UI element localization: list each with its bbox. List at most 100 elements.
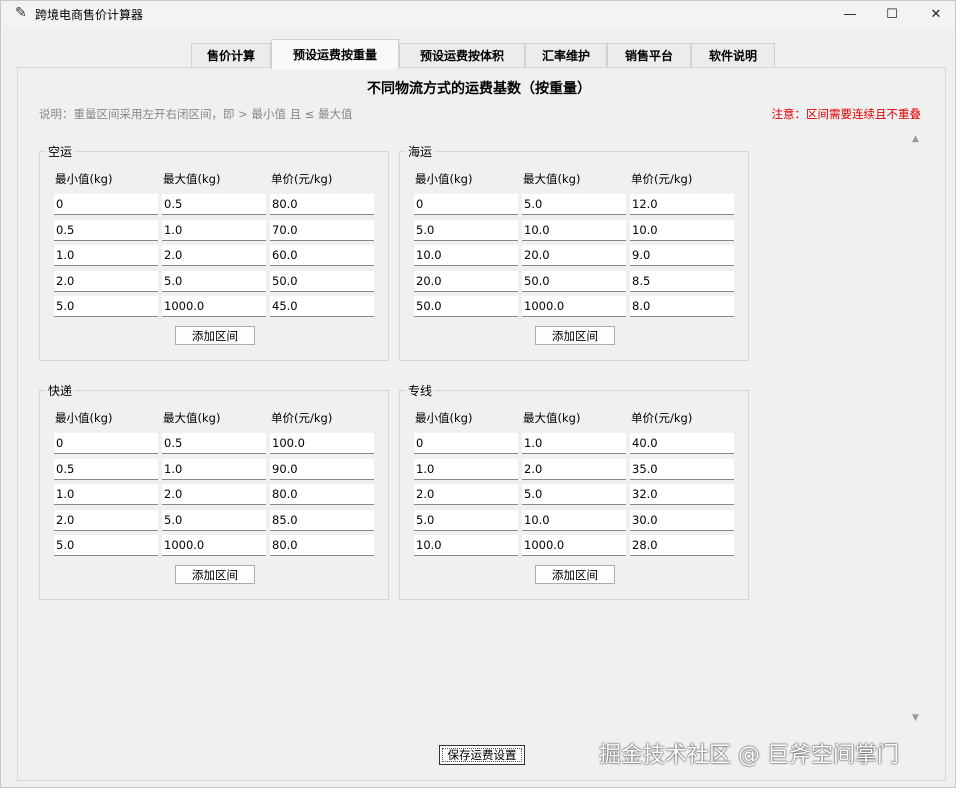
tab-exchange-rate[interactable]: 汇率维护	[525, 43, 607, 67]
min-weight-input[interactable]: 2.0	[54, 270, 158, 292]
tab-sales-platform[interactable]: 销售平台	[607, 43, 691, 67]
column-header: 最大值(kg)	[523, 411, 581, 425]
min-weight-input[interactable]: 2.0	[414, 484, 518, 506]
max-weight-input[interactable]: 0.5	[162, 433, 266, 454]
unit-price-input[interactable]: 40.0	[630, 433, 734, 454]
min-weight-input[interactable]: 2.0	[54, 509, 158, 531]
max-weight-input[interactable]: 2.0	[162, 245, 266, 267]
unit-price-input[interactable]: 100.0	[270, 433, 374, 454]
max-weight-input[interactable]: 1000.0	[522, 535, 626, 557]
unit-price-input[interactable]: 90.0	[270, 458, 374, 480]
column-header: 单价(元/kg)	[631, 172, 693, 186]
min-weight-input[interactable]: 1.0	[54, 245, 158, 267]
group-title: 专线	[406, 382, 435, 399]
add-range-button[interactable]: 添加区间	[535, 565, 615, 584]
max-weight-input[interactable]: 5.0	[522, 194, 626, 215]
max-weight-input[interactable]: 5.0	[162, 270, 266, 292]
min-weight-input[interactable]: 0	[54, 433, 158, 454]
add-range-button[interactable]: 添加区间	[535, 326, 615, 345]
feather-icon: ✎	[15, 5, 27, 21]
unit-price-input[interactable]: 12.0	[630, 194, 734, 215]
unit-price-input[interactable]: 45.0	[270, 296, 374, 318]
max-weight-input[interactable]: 1.0	[522, 433, 626, 454]
maximize-icon: ☐	[886, 6, 898, 22]
unit-price-input[interactable]: 80.0	[270, 484, 374, 506]
column-header: 单价(元/kg)	[271, 172, 333, 186]
group-air: 空运 最小值(kg) 最大值(kg) 单价(元/kg) 0 0.5 80.0 0.5 1.0 70…	[39, 143, 389, 361]
group-title: 海运	[406, 143, 435, 160]
min-weight-input[interactable]: 0	[54, 194, 158, 215]
add-range-button[interactable]: 添加区间	[175, 565, 255, 584]
description-text: 说明：重量区间采用左开右闭区间，即 > 最小值 且 ≤ 最大值	[39, 107, 353, 121]
min-weight-input[interactable]: 10.0	[414, 535, 518, 557]
unit-price-input[interactable]: 8.5	[630, 270, 734, 292]
title-bar: ✎ 跨境电商售价计算器 — ☐ ✕	[1, 1, 955, 27]
max-weight-input[interactable]: 0.5	[162, 194, 266, 215]
tab-price-calc[interactable]: 售价计算	[191, 43, 271, 67]
min-weight-input[interactable]: 5.0	[414, 219, 518, 241]
unit-price-input[interactable]: 8.0	[630, 296, 734, 318]
column-header: 最小值(kg)	[55, 411, 113, 425]
max-weight-input[interactable]: 20.0	[522, 245, 626, 267]
warning-text: 注意：区间需要连续且不重叠	[771, 107, 922, 121]
column-header: 最大值(kg)	[523, 172, 581, 186]
unit-price-input[interactable]: 35.0	[630, 458, 734, 480]
min-weight-input[interactable]: 0	[414, 194, 518, 215]
max-weight-input[interactable]: 2.0	[162, 484, 266, 506]
max-weight-input[interactable]: 1000.0	[162, 535, 266, 557]
max-weight-input[interactable]: 1.0	[162, 219, 266, 241]
window-title: 跨境电商售价计算器	[35, 8, 144, 22]
save-shipping-button[interactable]: 保存运费设置	[439, 745, 525, 765]
min-weight-input[interactable]: 50.0	[414, 296, 518, 318]
unit-price-input[interactable]: 28.0	[630, 535, 734, 557]
min-weight-input[interactable]: 1.0	[414, 458, 518, 480]
watermark: 掘金技术社区 @ 巨斧空间掌门	[599, 743, 899, 768]
tab-shipping-by-weight[interactable]: 预设运费按重量	[271, 39, 399, 69]
close-icon: ✕	[930, 6, 942, 22]
tab-shipping-by-volume[interactable]: 预设运费按体积	[399, 43, 525, 67]
max-weight-input[interactable]: 2.0	[522, 458, 626, 480]
max-weight-input[interactable]: 10.0	[522, 509, 626, 531]
min-weight-input[interactable]: 20.0	[414, 270, 518, 292]
max-weight-input[interactable]: 1000.0	[522, 296, 626, 318]
max-weight-input[interactable]: 1.0	[162, 458, 266, 480]
column-header: 单价(元/kg)	[271, 411, 333, 425]
scroll-up-arrow-icon[interactable]: ▲	[912, 134, 919, 144]
unit-price-input[interactable]: 10.0	[630, 219, 734, 241]
min-weight-input[interactable]: 0	[414, 433, 518, 454]
min-weight-input[interactable]: 5.0	[54, 296, 158, 318]
tab-software-info[interactable]: 软件说明	[691, 43, 775, 67]
min-weight-input[interactable]: 5.0	[414, 509, 518, 531]
unit-price-input[interactable]: 50.0	[270, 270, 374, 292]
group-sea: 海运 最小值(kg) 最大值(kg) 单价(元/kg) 0 5.0 12.0 5.0 10.0 1…	[399, 143, 749, 361]
max-weight-input[interactable]: 50.0	[522, 270, 626, 292]
unit-price-input[interactable]: 70.0	[270, 219, 374, 241]
column-header: 最小值(kg)	[415, 411, 473, 425]
max-weight-input[interactable]: 5.0	[162, 509, 266, 531]
unit-price-input[interactable]: 9.0	[630, 245, 734, 267]
unit-price-input[interactable]: 60.0	[270, 245, 374, 267]
min-weight-input[interactable]: 1.0	[54, 484, 158, 506]
min-weight-input[interactable]: 5.0	[54, 535, 158, 557]
page-title: 不同物流方式的运费基数（按重量）	[367, 81, 591, 97]
close-button[interactable]: ✕	[913, 1, 956, 27]
unit-price-input[interactable]: 80.0	[270, 194, 374, 215]
max-weight-input[interactable]: 5.0	[522, 484, 626, 506]
app-window: ✎ 跨境电商售价计算器 — ☐ ✕ 售价计算 预设运费按重量 预设运费按体积 汇…	[0, 0, 956, 788]
min-weight-input[interactable]: 0.5	[54, 219, 158, 241]
max-weight-input[interactable]: 1000.0	[162, 296, 266, 318]
unit-price-input[interactable]: 30.0	[630, 509, 734, 531]
unit-price-input[interactable]: 32.0	[630, 484, 734, 506]
max-weight-input[interactable]: 10.0	[522, 219, 626, 241]
minimize-button[interactable]: —	[827, 1, 873, 27]
min-weight-input[interactable]: 10.0	[414, 245, 518, 267]
column-header: 最大值(kg)	[163, 172, 221, 186]
add-range-button[interactable]: 添加区间	[175, 326, 255, 345]
group-title: 空运	[46, 143, 75, 160]
unit-price-input[interactable]: 80.0	[270, 535, 374, 557]
unit-price-input[interactable]: 85.0	[270, 509, 374, 531]
minimize-icon: —	[843, 6, 857, 22]
scroll-down-arrow-icon[interactable]: ▼	[912, 713, 919, 723]
maximize-button[interactable]: ☐	[869, 1, 915, 27]
min-weight-input[interactable]: 0.5	[54, 458, 158, 480]
